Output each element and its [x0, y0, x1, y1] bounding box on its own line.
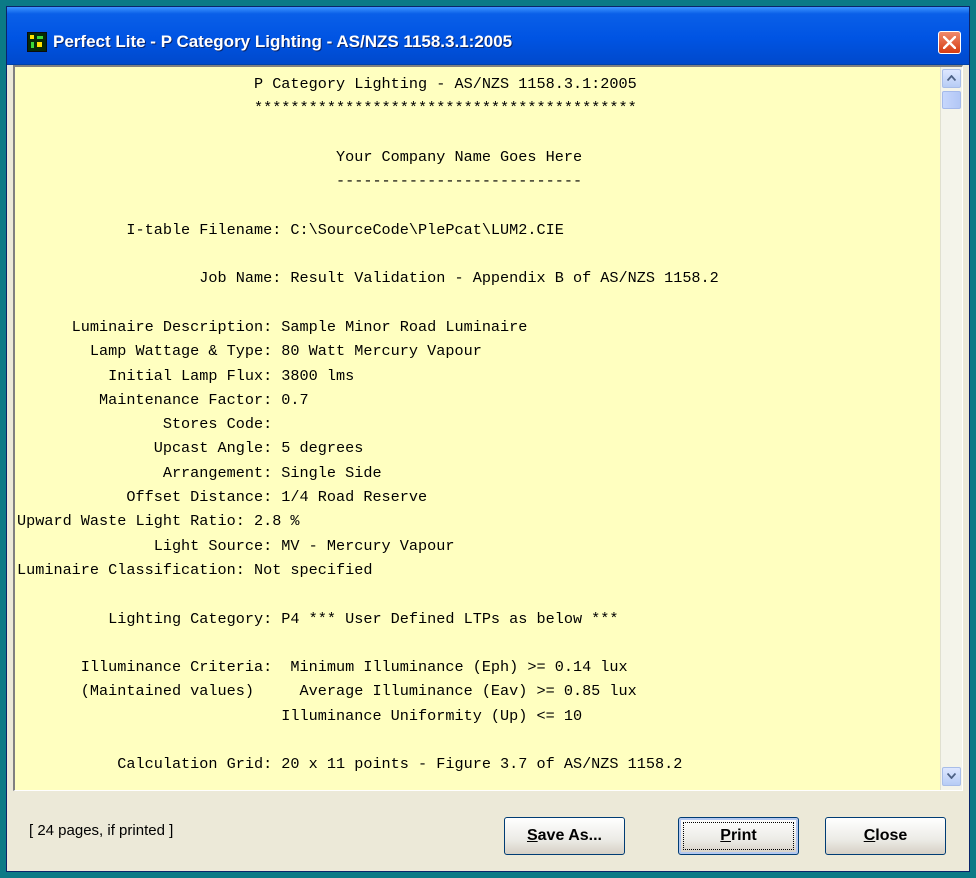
report-line: Luminaire Description: Sample Minor Road…: [17, 317, 528, 336]
save-as-label: ave As...: [537, 827, 602, 844]
report-line: Job Name: Result Validation - Appendix B…: [17, 269, 719, 288]
report-line: Illuminance Criteria: Minimum Illuminanc…: [17, 658, 628, 677]
title-bar[interactable]: Perfect Lite - P Category Lighting - AS/…: [7, 7, 969, 65]
report-line: Initial Lamp Flux: 3800 lms: [17, 366, 355, 385]
report-line: Illuminance Uniformity (Up) <= 10: [17, 706, 583, 725]
report-line: I-table Filename: C:\SourceCode\PlePcat\…: [17, 220, 564, 239]
chevron-down-icon: [947, 773, 956, 779]
report-line: Your Company Name Goes Here: [17, 147, 583, 166]
report-line: Light Source: MV - Mercury Vapour: [17, 536, 455, 555]
scroll-thumb[interactable]: [942, 91, 961, 109]
window-title: Perfect Lite - P Category Lighting - AS/…: [53, 32, 513, 51]
report-line: Upcast Angle: 5 degrees: [17, 439, 364, 458]
save-as-button[interactable]: Save As...: [504, 817, 625, 855]
report-line: ---------------------------: [17, 172, 583, 191]
report-line: P Category Lighting - AS/NZS 1158.3.1:20…: [17, 75, 637, 93]
window-close-button[interactable]: [938, 31, 961, 54]
report-line: Lamp Wattage & Type: 80 Watt Mercury Vap…: [17, 342, 482, 361]
close-mnemonic: C: [863, 827, 876, 844]
report-line: Offset Distance: 1/4 Road Reserve: [17, 488, 428, 507]
report-line: Calculation Grid: 20 x 11 points - Figur…: [17, 755, 683, 774]
vertical-scrollbar[interactable]: [940, 67, 962, 790]
page-count-status: [ 24 pages, if printed ]: [29, 822, 174, 839]
report-line: Lighting Category: P4 *** User Defined L…: [17, 609, 619, 628]
report-line: ****************************************…: [17, 99, 637, 118]
report-line: Luminaire Classification: Not specified: [17, 560, 373, 579]
report-text-area[interactable]: P Category Lighting - AS/NZS 1158.3.1:20…: [15, 67, 940, 790]
report-frame: P Category Lighting - AS/NZS 1158.3.1:20…: [13, 65, 963, 791]
scroll-down-button[interactable]: [942, 767, 961, 786]
report-line: Stores Code:: [17, 415, 273, 434]
scroll-up-button[interactable]: [942, 69, 961, 88]
report-window: Perfect Lite - P Category Lighting - AS/…: [6, 6, 970, 872]
report-text: P Category Lighting - AS/NZS 1158.3.1:20…: [17, 72, 719, 777]
report-line: (Maintained values) Average Illuminance …: [17, 682, 637, 701]
report-line: Arrangement: Single Side: [17, 463, 382, 482]
focus-ring: [683, 822, 794, 850]
report-line: Maintenance Factor: 0.7: [17, 390, 309, 409]
close-button[interactable]: Close: [825, 817, 946, 855]
close-icon: [943, 36, 956, 49]
perfect-lite-app-icon: [27, 32, 47, 52]
save-as-mnemonic: S: [526, 827, 538, 844]
close-label: lose: [875, 827, 908, 844]
report-line: Upward Waste Light Ratio: 2.8 %: [17, 512, 300, 531]
print-button[interactable]: Print: [678, 817, 799, 855]
chevron-up-icon: [947, 75, 956, 81]
